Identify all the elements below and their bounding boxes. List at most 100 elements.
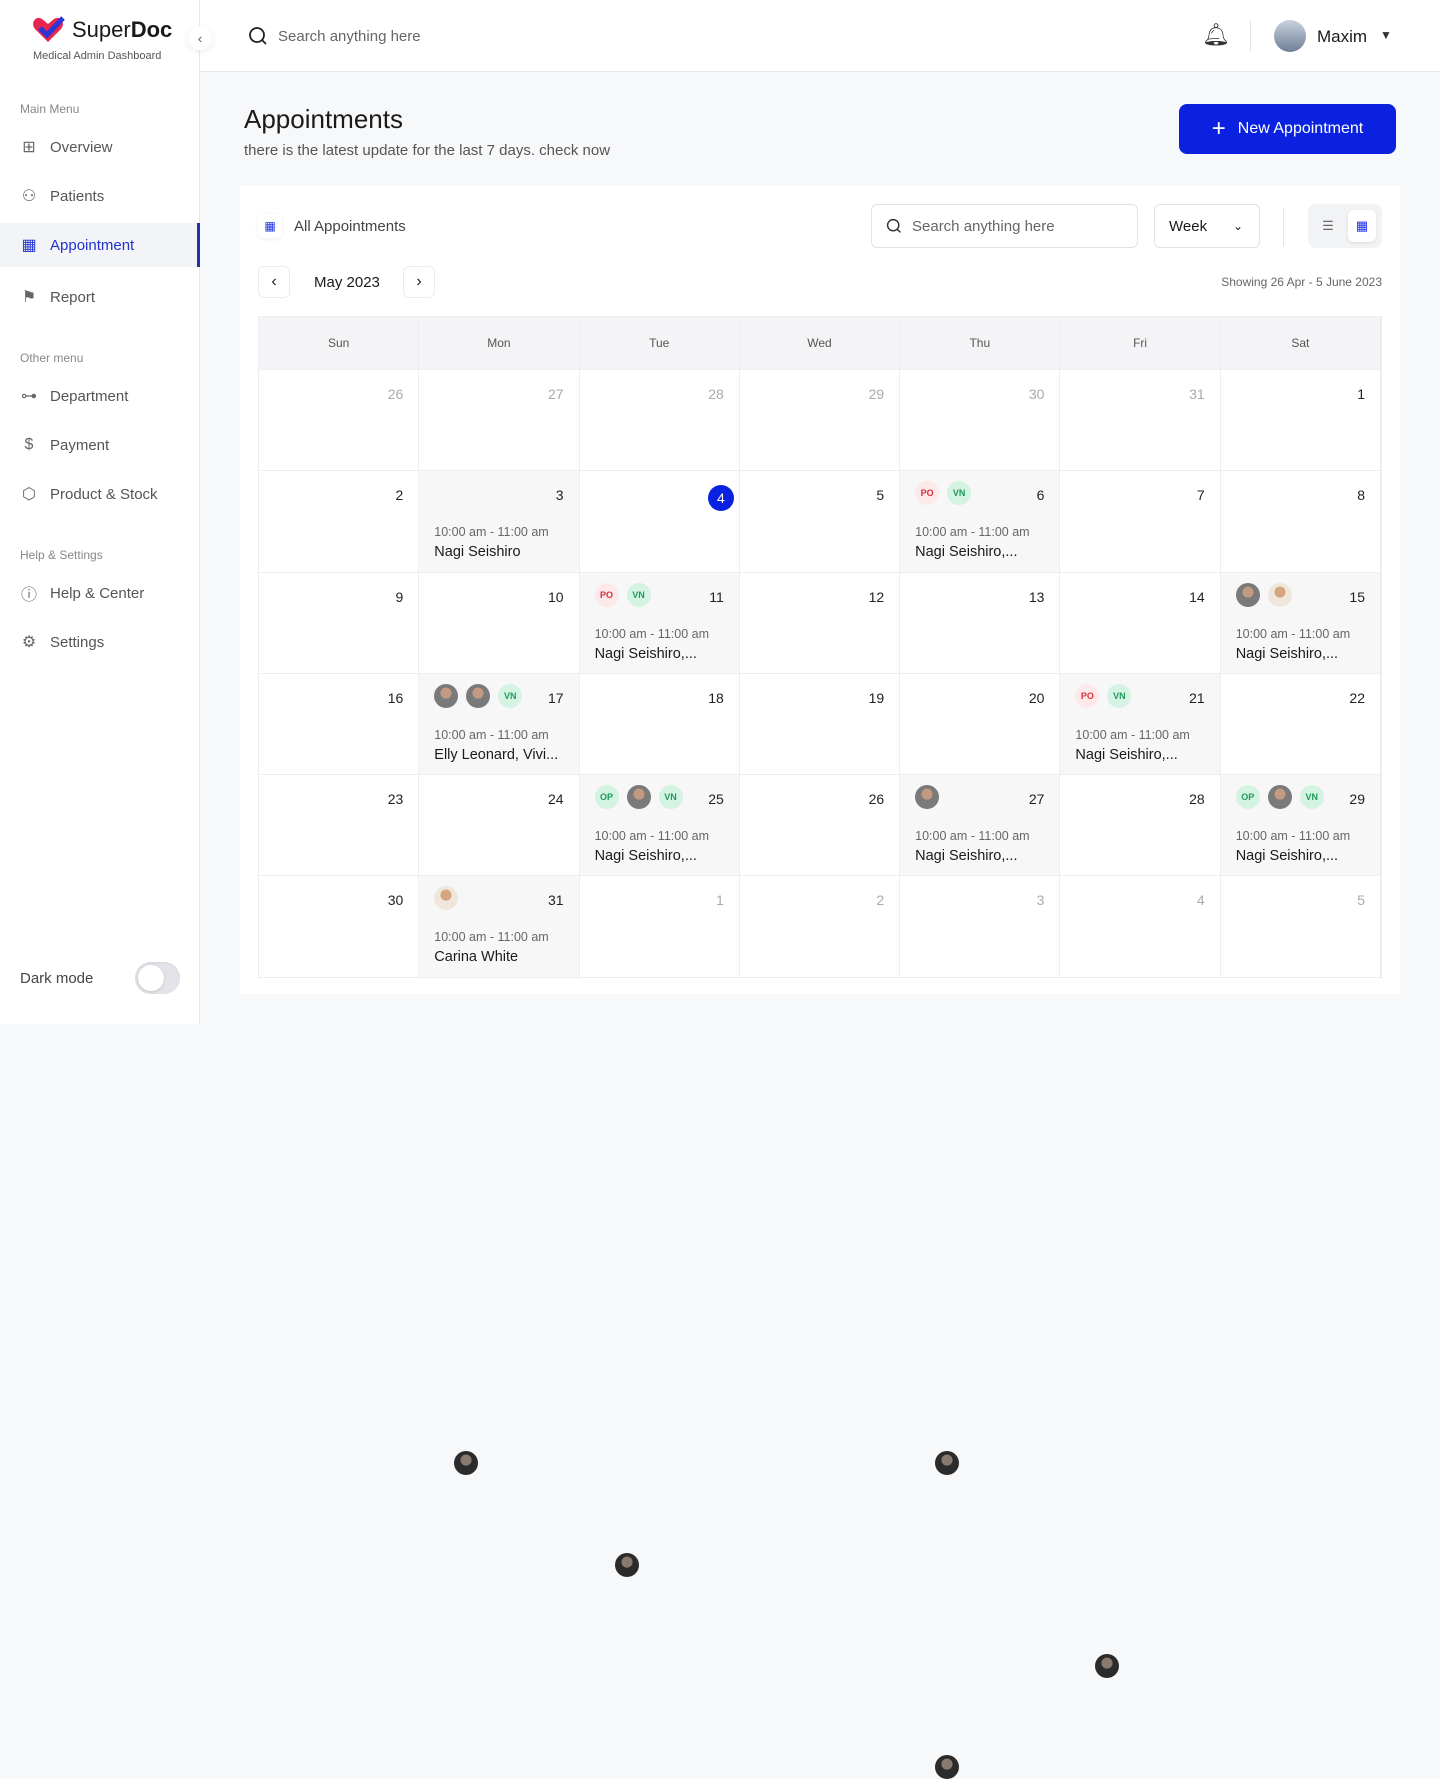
appointment-patient[interactable]: Nagi Seishiro,... — [1075, 747, 1177, 763]
appointment-patient[interactable]: Nagi Seishiro,... — [1236, 848, 1338, 864]
avatar — [614, 1552, 639, 1577]
day-cell[interactable]: 3 — [900, 876, 1061, 977]
date-number: 19 — [868, 689, 885, 706]
avatar — [1095, 1653, 1120, 1678]
day-cell[interactable]: 16 — [259, 673, 420, 775]
heart-check-logo-icon — [33, 16, 65, 42]
plus-icon: + — [1211, 115, 1226, 142]
day-cell[interactable]: 15 10:00 am - 11:00 am Nagi Seishiro,... — [1220, 572, 1381, 673]
user-name[interactable]: Maxim — [1317, 27, 1367, 47]
day-cell[interactable]: 9 — [259, 572, 420, 673]
appointment-patient[interactable]: Nagi Seishiro,... — [915, 544, 1017, 560]
day-cell[interactable]: 21 PO VN 10:00 am - 11:00 am Nagi Seishiro,.… — [1060, 673, 1221, 1678]
day-cell[interactable]: 5 — [740, 471, 901, 572]
user-avatar[interactable] — [1274, 20, 1306, 52]
day-cell[interactable]: 8 — [1221, 471, 1381, 572]
date-number: 14 — [1189, 588, 1205, 605]
day-cell[interactable]: 26 — [740, 775, 901, 876]
sidebar-item-overview[interactable]: ⊞ Overview — [0, 125, 200, 169]
day-cell[interactable]: 27 10:00 am - 11:00 am Nagi Seishiro,... — [900, 775, 1061, 1779]
day-cell[interactable]: 30 — [900, 370, 1061, 471]
initials-badge: PO — [915, 481, 940, 506]
initials-badge: OP — [1235, 785, 1260, 810]
appointment-patient[interactable]: Nagi Seishiro,... — [595, 646, 697, 662]
avatar — [1267, 785, 1292, 810]
day-cell[interactable]: 3 10:00 am - 11:00 am Nagi Seishiro — [419, 471, 580, 1476]
day-cell[interactable]: 4 — [580, 471, 740, 572]
appointment-patient[interactable]: Elly Leonard, Vivi... — [434, 747, 558, 763]
initials-badge: PO — [594, 582, 619, 607]
calendar-view-icon[interactable]: ▦ — [1348, 210, 1376, 242]
list-view-icon[interactable]: ☰ — [1314, 210, 1342, 242]
sidebar-item-help-center[interactable]: ⓘ Help & Center — [0, 571, 200, 615]
notification-bell-icon[interactable]: 🔔︎ — [1202, 22, 1230, 48]
day-cell[interactable]: 4 — [1060, 876, 1221, 977]
sidebar-item-department[interactable]: ⊶ Department — [0, 374, 200, 418]
page-subtitle: there is the latest update for the last … — [244, 142, 611, 159]
appointment-patient[interactable]: Nagi Seishiro,... — [595, 848, 697, 864]
day-cell[interactable]: 29 — [740, 370, 901, 471]
date-number: 18 — [708, 689, 724, 706]
day-cell[interactable]: 6 PO VN 10:00 am - 11:00 am Nagi Seishiro,..… — [900, 471, 1061, 1476]
calendar-search-input[interactable]: Search anything here — [871, 204, 1138, 248]
appointment-patient[interactable]: Carina White — [434, 949, 518, 965]
collapse-sidebar-button[interactable]: ‹ — [188, 26, 212, 50]
day-cell[interactable]: 13 — [900, 572, 1061, 673]
sidebar-item-patients[interactable]: ⚇ Patients — [0, 174, 200, 218]
sidebar-item-report[interactable]: ⚑ Report — [0, 275, 200, 319]
day-cell[interactable]: 18 — [580, 673, 740, 775]
appointment-patient[interactable]: Nagi Seishiro — [434, 544, 520, 560]
day-cell[interactable]: 31 10:00 am - 11:00 am Carina White — [419, 876, 580, 977]
appointment-patient[interactable]: Nagi Seishiro,... — [1236, 646, 1338, 662]
sidebar-item-payment[interactable]: $ Payment — [0, 423, 200, 467]
view-range-select[interactable]: Week ⌄ — [1154, 204, 1260, 248]
attendee-avatars: PO VN — [1075, 683, 1132, 1678]
day-cell[interactable]: 2 — [259, 471, 420, 572]
sidebar-item-settings[interactable]: ⚙ Settings — [0, 620, 200, 664]
global-search-input[interactable]: Search anything here — [248, 26, 421, 46]
day-cell[interactable]: 7 — [1060, 471, 1221, 572]
day-cell[interactable]: 19 — [740, 673, 901, 775]
day-cell[interactable]: 22 — [1221, 673, 1381, 775]
prev-month-button[interactable]: ‹ — [258, 266, 290, 298]
day-cell[interactable]: 20 — [900, 673, 1061, 775]
day-cell[interactable]: 11 PO VN 10:00 am - 11:00 am Nagi Seishiro,.… — [579, 572, 740, 1577]
day-cell[interactable]: 28 — [1060, 775, 1221, 876]
date-number: 15 — [1349, 588, 1365, 605]
sidebar-item-product-stock[interactable]: ⬡ Product & Stock — [0, 472, 200, 516]
day-cell[interactable]: 2 — [740, 876, 901, 977]
day-cell[interactable]: 26 — [259, 370, 420, 471]
users-icon: ⚇ — [21, 188, 37, 205]
new-appointment-button[interactable]: + New Appointment — [1179, 104, 1396, 154]
day-cell[interactable]: 31 — [1060, 370, 1221, 471]
day-cell[interactable]: 17 VN 10:00 am - 11:00 am Elly Leonard, Viv… — [419, 673, 580, 775]
week-row: 2 3 10:00 am - 11:00 am Nagi Seishiro 4 5 6 PO V… — [259, 470, 1381, 1476]
appointment-patient[interactable]: Nagi Seishiro,... — [915, 848, 1017, 864]
day-cell[interactable]: 24 — [419, 775, 580, 876]
day-cell[interactable]: 1 — [580, 876, 740, 977]
attendee-avatars: OP VN — [594, 785, 683, 810]
day-cell[interactable]: 29 OP VN 10:00 am - 11:00 am Nagi Seishiro,.… — [1220, 775, 1381, 876]
day-cell[interactable]: 10 — [419, 572, 580, 673]
day-cell[interactable]: 28 — [580, 370, 740, 471]
logo[interactable]: SuperDoc — [32, 16, 172, 44]
sidebar-item-label: Payment — [50, 436, 110, 454]
dark-mode-toggle[interactable] — [135, 962, 180, 994]
date-number: 4 — [1196, 892, 1205, 909]
date-number: 7 — [1196, 487, 1205, 504]
initials-badge: OP — [594, 785, 619, 810]
day-cell[interactable]: 5 — [1221, 876, 1381, 977]
sidebar-item-appointment[interactable]: ▦ Appointment — [0, 223, 200, 267]
date-number: 23 — [387, 791, 404, 808]
day-cell[interactable]: 23 — [259, 775, 420, 876]
chevron-down-icon[interactable]: ▼ — [1380, 28, 1392, 42]
flag-icon: ⚑ — [21, 289, 37, 306]
day-cell[interactable]: 25 OP VN 10:00 am - 11:00 am Nagi Seishiro,.… — [579, 775, 740, 876]
day-cell[interactable]: 27 — [419, 370, 580, 471]
today-date: 4 — [707, 485, 734, 512]
day-cell[interactable]: 30 — [259, 876, 420, 977]
day-cell[interactable]: 12 — [740, 572, 901, 673]
day-cell[interactable]: 1 — [1221, 370, 1381, 471]
day-cell[interactable]: 14 — [1060, 572, 1221, 673]
next-month-button[interactable]: › — [403, 266, 435, 298]
